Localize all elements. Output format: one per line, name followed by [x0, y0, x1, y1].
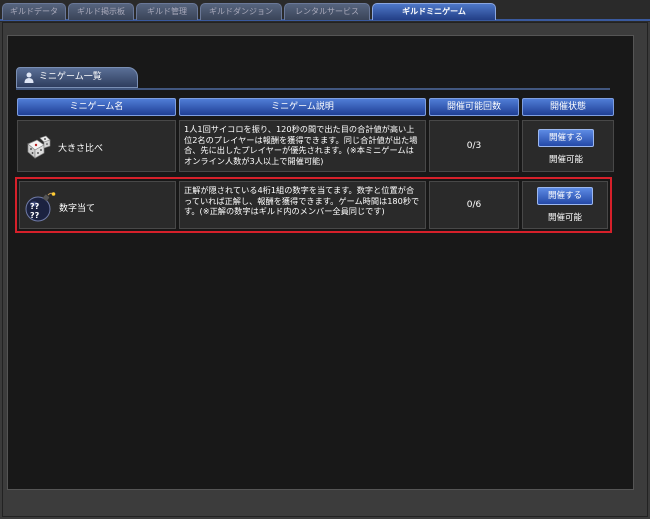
header-name: ミニゲーム名	[17, 98, 176, 116]
person-icon	[24, 72, 34, 83]
header-description: ミニゲーム説明	[179, 98, 426, 116]
status-label: 開催可能	[548, 155, 583, 165]
dice-icon	[27, 135, 51, 159]
tab-rental-service[interactable]: レンタルサービス	[284, 3, 370, 20]
minigame-description: 1人1回サイコロを振り、120秒の間で出た目の合計値が高い上位2名のプレイヤーは…	[179, 120, 426, 172]
section-tab-minigame-list: ミニゲーム一覧	[16, 67, 138, 88]
header-status: 開催状態	[522, 98, 614, 116]
tab-guild-data[interactable]: ギルドデータ	[2, 3, 66, 20]
tab-guild-board[interactable]: ギルド掲示板	[68, 3, 134, 20]
selection-highlight	[15, 177, 612, 233]
tab-guild-minigame[interactable]: ギルドミニゲーム	[372, 3, 496, 20]
section-underline	[16, 88, 610, 90]
tab-guild-dungeon[interactable]: ギルドダンジョン	[200, 3, 282, 20]
remaining-count: 0/3	[429, 120, 519, 172]
header-count: 開催可能回数	[429, 98, 519, 116]
tab-guild-management[interactable]: ギルド管理	[136, 3, 198, 20]
status-cell: 開催する 開催可能	[522, 120, 614, 172]
section-title: ミニゲーム一覧	[39, 72, 102, 82]
table-row: 大きさ比べ	[17, 120, 176, 172]
tab-bar: ギルドデータ ギルド掲示板 ギルド管理 ギルドダンジョン レンタルサービス ギル…	[0, 0, 650, 22]
minigame-name: 大きさ比べ	[58, 144, 104, 154]
start-button[interactable]: 開催する	[538, 129, 594, 147]
